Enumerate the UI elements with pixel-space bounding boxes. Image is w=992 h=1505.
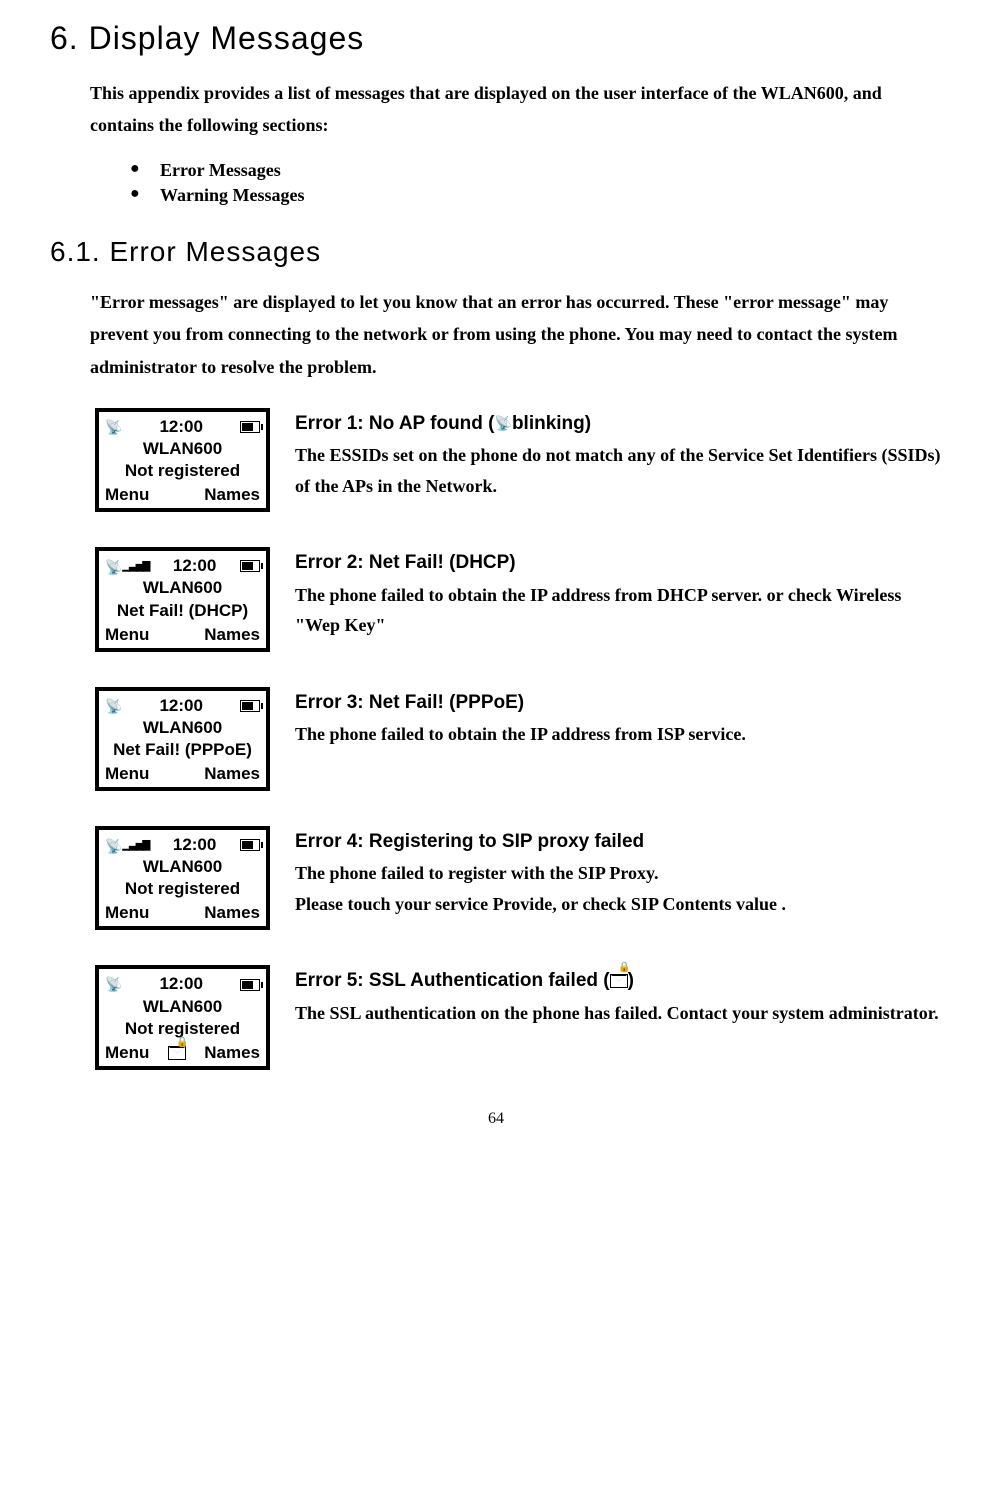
signal-bars-icon: ▁▃▅▇	[122, 839, 149, 852]
error-block: 📡▁▃▅▇ 12:00 WLAN600 Not registered Menu …	[95, 826, 942, 930]
section-title: 6.1. Error Messages	[50, 236, 942, 268]
screen-line: WLAN600	[105, 996, 260, 1018]
battery-icon	[240, 839, 260, 851]
error-description: The phone failed to register with the SI…	[295, 858, 786, 919]
signal-bars-icon: ▁▃▅▇	[122, 560, 149, 573]
right-softkey: Names	[204, 763, 260, 785]
error-title: Error 2: Net Fail! (DHCP)	[295, 547, 942, 579]
error-block: 📡 12:00 WLAN600 Not registered Menu Name…	[95, 408, 942, 512]
status-bar: 📡 12:00	[105, 416, 260, 438]
antenna-icon: 📡	[105, 837, 122, 855]
antenna-icon: 📡	[105, 697, 122, 715]
chapter-title: 6. Display Messages	[50, 20, 942, 57]
error-description: The phone failed to obtain the IP addres…	[295, 719, 746, 750]
battery-icon	[240, 560, 260, 572]
error-description: The SSL authentication on the phone has …	[295, 998, 939, 1029]
right-softkey: Names	[204, 902, 260, 924]
screen-line: WLAN600	[105, 577, 260, 599]
softkey-row: Menu Names	[105, 902, 260, 924]
error-title: Error 3: Net Fail! (PPPoE)	[295, 687, 746, 719]
phone-screen: 📡▁▃▅▇ 12:00 WLAN600 Net Fail! (DHCP) Men…	[95, 547, 270, 651]
antenna-icon: 📡	[105, 975, 122, 993]
error-block: 📡▁▃▅▇ 12:00 WLAN600 Net Fail! (DHCP) Men…	[95, 547, 942, 651]
status-bar: 📡 12:00	[105, 973, 260, 995]
list-item: Warning Messages	[130, 185, 942, 206]
antenna-icon: 📡	[105, 418, 122, 436]
screen-line: WLAN600	[105, 438, 260, 460]
phone-screen: 📡 12:00 WLAN600 Not registered Menu Name…	[95, 408, 270, 512]
right-softkey: Names	[204, 1042, 260, 1064]
error-block: 📡 12:00 WLAN600 Not registered Menu 🔒 Na…	[95, 965, 942, 1069]
screen-line: Not registered	[105, 878, 260, 900]
right-softkey: Names	[204, 484, 260, 506]
battery-icon	[240, 421, 260, 433]
clock: 12:00	[122, 973, 240, 995]
error-description-block: Error 1: No AP found (📡blinking) The ESS…	[295, 408, 942, 501]
softkey-row: Menu Names	[105, 484, 260, 506]
clock: 12:00	[149, 834, 240, 856]
page-number: 64	[50, 1110, 942, 1128]
left-softkey: Menu	[105, 484, 149, 506]
error-block: 📡 12:00 WLAN600 Net Fail! (PPPoE) Menu N…	[95, 687, 942, 791]
status-bar: 📡▁▃▅▇ 12:00	[105, 555, 260, 577]
left-softkey: Menu	[105, 763, 149, 785]
lock-mail-icon: 🔒	[168, 1042, 186, 1064]
battery-icon	[240, 700, 260, 712]
softkey-row: Menu Names	[105, 763, 260, 785]
error-description-block: Error 3: Net Fail! (PPPoE) The phone fai…	[295, 687, 746, 750]
left-softkey: Menu	[105, 624, 149, 646]
clock: 12:00	[149, 555, 240, 577]
error-description-block: Error 4: Registering to SIP proxy failed…	[295, 826, 786, 919]
clock: 12:00	[122, 416, 240, 438]
screen-line: Net Fail! (PPPoE)	[105, 739, 260, 761]
error-title: Error 1: No AP found (📡blinking)	[295, 408, 942, 440]
softkey-row: Menu Names	[105, 624, 260, 646]
screen-line: WLAN600	[105, 717, 260, 739]
softkey-row: Menu 🔒 Names	[105, 1042, 260, 1064]
antenna-icon: 📡	[495, 412, 512, 436]
error-title: Error 5: SSL Authentication failed (🔒)	[295, 965, 939, 997]
lock-mail-icon: 🔒	[610, 965, 628, 997]
signal-antenna-group: 📡▁▃▅▇	[105, 834, 149, 856]
phone-screen: 📡▁▃▅▇ 12:00 WLAN600 Not registered Menu …	[95, 826, 270, 930]
error-description-block: Error 2: Net Fail! (DHCP) The phone fail…	[295, 547, 942, 640]
status-bar: 📡 12:00	[105, 695, 260, 717]
error-description: The ESSIDs set on the phone do not match…	[295, 440, 942, 501]
signal-antenna-group: 📡▁▃▅▇	[105, 555, 149, 577]
status-bar: 📡▁▃▅▇ 12:00	[105, 834, 260, 856]
error-description-block: Error 5: SSL Authentication failed (🔒) T…	[295, 965, 939, 1028]
clock: 12:00	[122, 695, 240, 717]
error-description: The phone failed to obtain the IP addres…	[295, 580, 942, 641]
screen-line: Not registered	[105, 460, 260, 482]
intro-paragraph: This appendix provides a list of message…	[90, 77, 942, 142]
screen-line: WLAN600	[105, 856, 260, 878]
list-item: Error Messages	[130, 160, 942, 181]
battery-icon	[240, 979, 260, 991]
section-paragraph: "Error messages" are displayed to let yo…	[90, 286, 942, 383]
screen-line: Net Fail! (DHCP)	[105, 600, 260, 622]
left-softkey: Menu	[105, 902, 149, 924]
phone-screen: 📡 12:00 WLAN600 Net Fail! (PPPoE) Menu N…	[95, 687, 270, 791]
antenna-icon: 📡	[105, 558, 122, 576]
phone-screen: 📡 12:00 WLAN600 Not registered Menu 🔒 Na…	[95, 965, 270, 1069]
error-title: Error 4: Registering to SIP proxy failed	[295, 826, 786, 858]
right-softkey: Names	[204, 624, 260, 646]
left-softkey: Menu	[105, 1042, 149, 1064]
intro-bullet-list: Error Messages Warning Messages	[90, 160, 942, 206]
